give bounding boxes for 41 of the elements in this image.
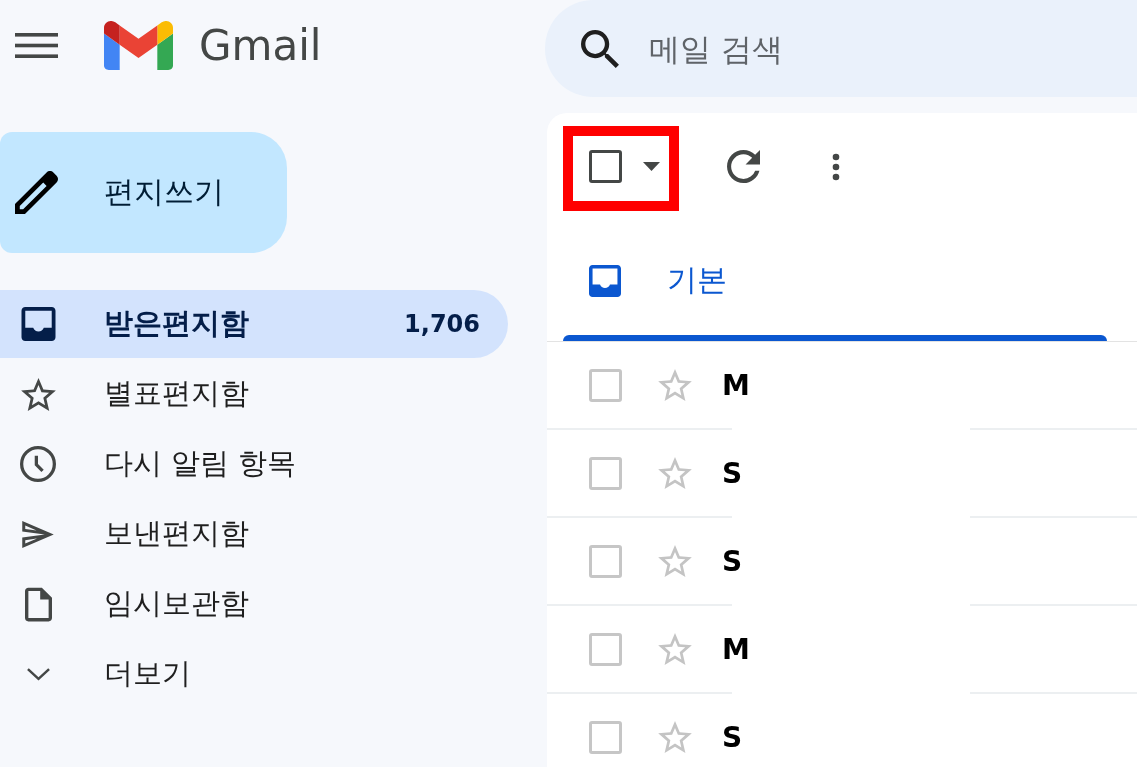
document-icon [24,586,52,622]
refresh-icon[interactable] [727,150,760,183]
star-icon[interactable] [658,721,692,753]
menu-icon[interactable] [15,33,58,58]
message-checkbox[interactable] [589,720,622,754]
sidebar-item[interactable]: 다시 알림 항목 [0,430,508,498]
sender-name: S [722,720,743,754]
sidebar-item[interactable]: 임시보관함 [0,570,508,638]
message-checkbox[interactable] [589,632,622,666]
send-icon [22,520,54,548]
tab[interactable]: 기본 [563,220,1107,341]
sender-name: M [722,368,750,402]
sidebar-item[interactable]: 받은편지함 1,706 [0,290,508,358]
inbox-icon [588,264,622,297]
select-all-checkbox[interactable] [589,150,622,183]
star-icon[interactable] [658,545,692,577]
clock-icon [20,445,56,483]
more-options-icon[interactable] [832,152,840,181]
chevron-down-icon [25,667,51,681]
star-icon [20,377,56,411]
message-checkbox[interactable] [589,544,622,578]
pencil-icon [15,171,58,214]
search-input[interactable]: 메일 검색 [649,18,1137,79]
star-icon[interactable] [658,457,692,489]
sender-name: S [722,544,743,578]
compose-button[interactable]: 편지쓰기 [0,132,287,253]
sidebar-item[interactable]: 더보기 [0,640,508,708]
caret-icon[interactable] [643,162,660,171]
search-bar[interactable]: 메일 검색 [545,0,1137,97]
message-checkbox[interactable] [589,368,622,402]
inbox-icon [20,307,56,341]
app-logo-icon[interactable] [104,21,173,70]
search-icon[interactable] [581,29,619,68]
star-icon[interactable] [658,369,692,401]
app-name: Gmail [199,24,322,67]
star-icon[interactable] [658,633,692,665]
sender-name: M [722,632,750,666]
sender-name: S [722,456,743,490]
message-checkbox[interactable] [589,456,622,490]
sidebar-item[interactable]: 별표편지함 [0,360,508,428]
sidebar-item[interactable]: 보낸편지함 [0,500,508,568]
